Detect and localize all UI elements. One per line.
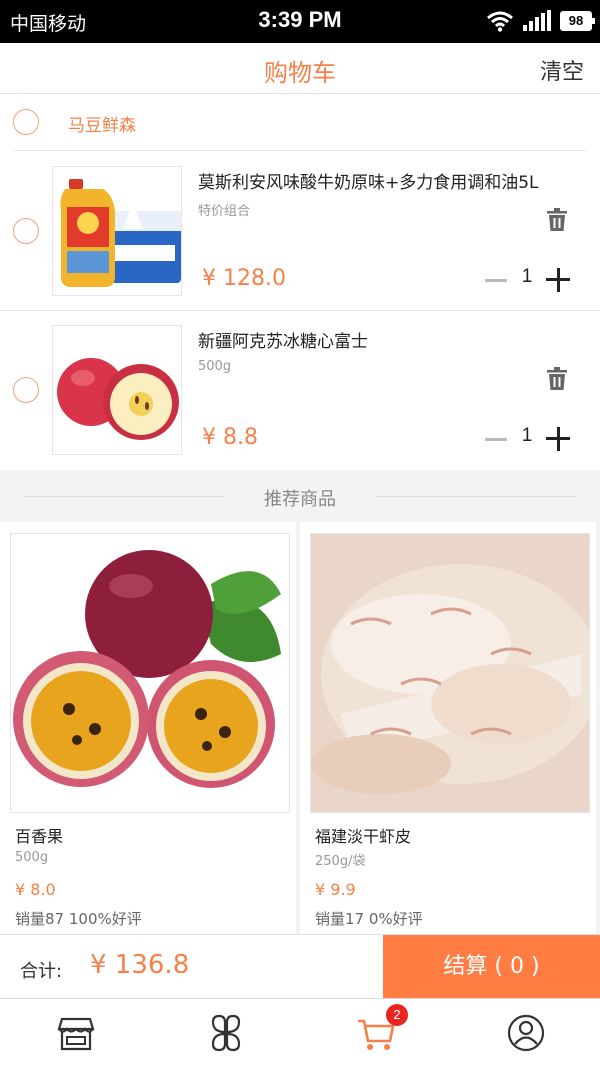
- total-label: 合计:: [20, 961, 63, 982]
- product-image-yogurt-oil[interactable]: [52, 166, 182, 296]
- recommend-section-header: 推荐商品: [0, 470, 600, 522]
- quantity-value: 1: [521, 266, 533, 287]
- recommend-product-price: ¥ 9.9: [315, 880, 356, 899]
- product-image-apple[interactable]: [52, 325, 182, 455]
- increase-quantity-button[interactable]: [546, 427, 570, 451]
- signal-icon: [523, 10, 551, 31]
- recommend-product-sales: 销量87 100%好评: [15, 910, 142, 928]
- recommend-title: 推荐商品: [264, 489, 336, 510]
- bottom-tab-bar: [0, 998, 600, 1067]
- trash-icon[interactable]: [546, 367, 568, 391]
- product-price: ¥ 128.0: [202, 266, 286, 291]
- product-spec: 500g: [198, 359, 232, 374]
- store-icon[interactable]: [56, 1013, 96, 1053]
- nav-header: 购物车 清空: [0, 43, 600, 94]
- product-name[interactable]: 新疆阿克苏冰糖心富士: [198, 327, 368, 352]
- product-price: ¥ 8.8: [202, 425, 258, 450]
- shop-name[interactable]: 马豆鲜森: [68, 111, 136, 136]
- recommend-product-spec: 500g: [15, 850, 49, 865]
- wifi-icon: [487, 11, 513, 32]
- quantity-value: 1: [521, 425, 533, 446]
- recommend-product-sales: 销量17 0%好评: [315, 910, 423, 928]
- increase-quantity-button[interactable]: [546, 268, 570, 292]
- status-icons: 98: [486, 9, 595, 33]
- cart-item: 莫斯利安风味酸牛奶原味+多力食用调和油5L 特价组合 ¥ 128.0 1: [0, 152, 600, 310]
- recommend-card[interactable]: 福建淡干虾皮 250g/袋 ¥ 9.9 销量17 0%好评: [300, 522, 596, 934]
- recommend-product-price: ¥ 8.0: [15, 880, 56, 899]
- recommend-grid: 百香果 500g ¥ 8.0 销量87 100%好评 福建淡干虾皮 250g/袋: [0, 522, 600, 934]
- battery-icon: 98: [560, 11, 595, 31]
- checkout-bar: 合计: ¥ 136.8 结算 ( 0 ): [0, 934, 600, 999]
- recommend-product-spec: 250g/袋: [315, 854, 366, 869]
- product-image-dried-shrimp[interactable]: [310, 533, 590, 813]
- cart-item: 新疆阿克苏冰糖心富士 500g ¥ 8.8 1: [0, 311, 600, 469]
- item-select-checkbox[interactable]: [13, 377, 39, 403]
- divider: [14, 150, 586, 151]
- profile-icon[interactable]: [506, 1013, 546, 1053]
- total-amount: ¥ 136.8: [90, 950, 190, 980]
- status-bar: 中国移动 3:39 PM 98: [0, 0, 600, 43]
- shop-select-checkbox[interactable]: [13, 109, 39, 135]
- decrease-quantity-button[interactable]: [485, 279, 507, 282]
- decrease-quantity-button[interactable]: [485, 438, 507, 441]
- recommend-product-name[interactable]: 百香果: [15, 823, 63, 847]
- checkout-button[interactable]: 结算 ( 0 ): [383, 935, 600, 999]
- recommend-card[interactable]: 百香果 500g ¥ 8.0 销量87 100%好评: [0, 522, 296, 934]
- cart-count-badge: 2: [386, 1004, 408, 1026]
- product-spec: 特价组合: [198, 204, 251, 219]
- recommend-product-name[interactable]: 福建淡干虾皮: [315, 823, 411, 847]
- product-name[interactable]: 莫斯利安风味酸牛奶原味+多力食用调和油5L: [198, 168, 539, 193]
- trash-icon[interactable]: [546, 208, 568, 232]
- product-image-passion-fruit[interactable]: [10, 533, 290, 813]
- clear-cart-button[interactable]: 清空: [540, 54, 584, 86]
- page-title: 购物车: [264, 59, 336, 87]
- item-select-checkbox[interactable]: [13, 218, 39, 244]
- shop-header: 马豆鲜森: [0, 94, 600, 152]
- category-icon[interactable]: [206, 1013, 246, 1053]
